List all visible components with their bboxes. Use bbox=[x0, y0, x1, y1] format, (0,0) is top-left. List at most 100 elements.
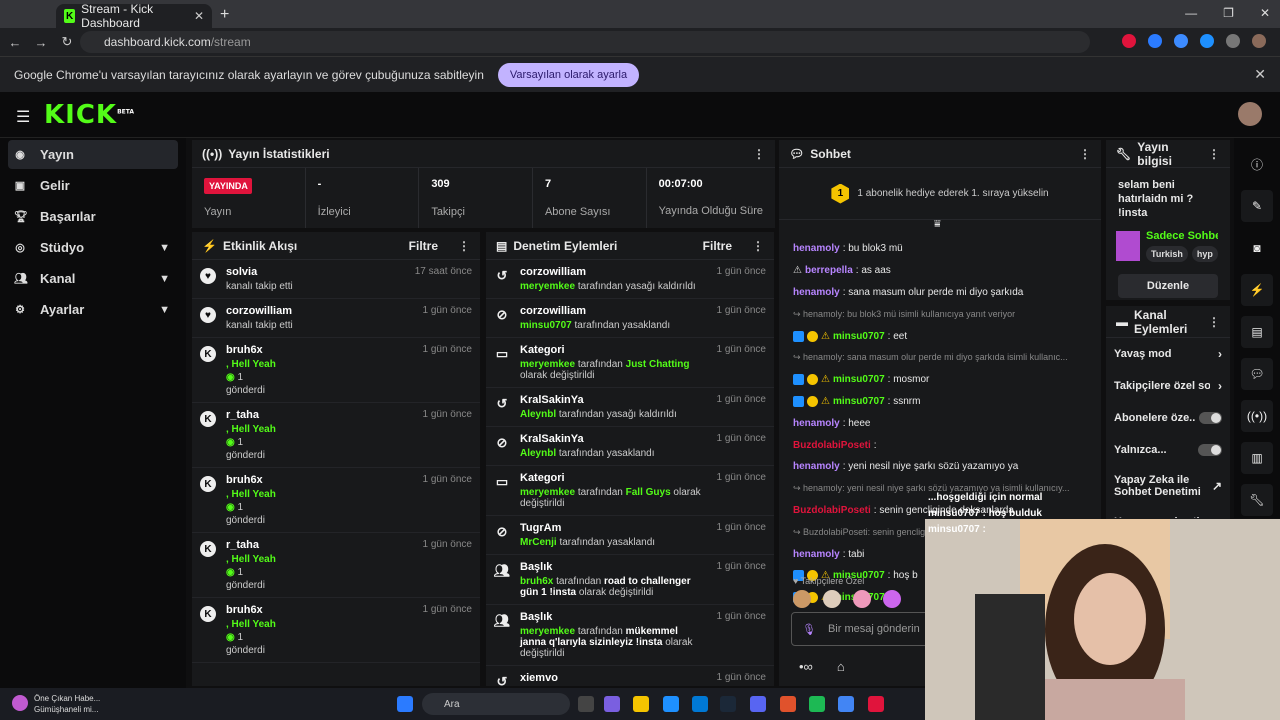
steam-icon[interactable] bbox=[720, 696, 736, 712]
edge-icon[interactable] bbox=[663, 696, 679, 712]
moderation-item[interactable]: ↺xiemvoAleynbl tarafından yasağı kaldırı… bbox=[486, 666, 774, 686]
activity-item[interactable]: Kbruh6x , Hell Yeah ◉ 1 gönderdi 1 gün önce bbox=[192, 468, 480, 533]
moderation-item[interactable]: ▭ Kategori meryemkee tarafından Fall Guys … bbox=[486, 466, 774, 516]
camera-icon[interactable]: ◙ bbox=[1241, 232, 1273, 264]
moderation-item[interactable]: ⊘ KralSakinYa Aleynbl tarafından yasakland… bbox=[486, 427, 774, 466]
activity-item[interactable]: Kbruh6x , Hell Yeah ◉ 1 gönderdi 1 gün önce bbox=[192, 598, 480, 663]
chat-message[interactable]: ↪ henamoly: bu blok3 mü isimli kullanıcı… bbox=[793, 303, 1087, 325]
more-icon[interactable]: ⋮ bbox=[458, 239, 470, 253]
moderation-item[interactable]: ↺ KralSakinYa Aleynbl tarafından yasağı ka… bbox=[486, 388, 774, 427]
edit-button[interactable]: Düzenle bbox=[1118, 274, 1218, 298]
close-window-icon[interactable]: ✕ bbox=[1260, 6, 1270, 20]
broadcast-icon[interactable]: ((•)) bbox=[1241, 400, 1273, 432]
chrome-icon[interactable] bbox=[838, 696, 854, 712]
channel-action-row[interactable]: Hesap yaşı kısıtlam › bbox=[1106, 506, 1230, 518]
profile-avatar-icon[interactable] bbox=[1252, 34, 1266, 48]
news-widget-icon[interactable] bbox=[12, 695, 28, 711]
user-avatar[interactable] bbox=[1238, 102, 1262, 126]
spotify-icon[interactable] bbox=[809, 696, 825, 712]
document-icon[interactable]: ▤ bbox=[1241, 316, 1273, 348]
extension-sound-icon[interactable] bbox=[1174, 34, 1188, 48]
menu-icon[interactable]: ☰ bbox=[16, 107, 30, 127]
moderation-item[interactable]: 👥︎ Başlık bruh6x tarafından road to challe… bbox=[486, 555, 774, 605]
taskbar-search[interactable]: Ara bbox=[422, 693, 570, 715]
back-icon[interactable]: ← bbox=[4, 35, 26, 50]
sidebar-item-basarilar[interactable]: 🏆︎ Başarılar bbox=[8, 202, 178, 231]
moderation-filter-button[interactable]: Filtre bbox=[703, 239, 732, 253]
kick-logo[interactable]: KICKBETA bbox=[44, 100, 134, 130]
chat-message[interactable]: ⚠ minsu0707: eet bbox=[793, 325, 1087, 347]
forward-icon[interactable]: → bbox=[30, 35, 52, 50]
more-icon[interactable]: ⋮ bbox=[1208, 315, 1220, 329]
moderation-item[interactable]: ▭ Kategori meryemkee tarafından Just Chatt… bbox=[486, 338, 774, 388]
channel-action-row[interactable]: Yapay Zeka ile Sohbet Denetimi ↗ bbox=[1106, 466, 1230, 506]
store-icon[interactable]: ⌂ bbox=[837, 659, 845, 674]
task-view-icon[interactable] bbox=[578, 696, 594, 712]
chat-message[interactable]: henamoly: heee bbox=[793, 412, 1087, 434]
sub-gift-banner[interactable]: 11 abonelik hediye ederek 1. sıraya yüks… bbox=[779, 168, 1101, 220]
tag-turkish[interactable]: Turkish bbox=[1146, 246, 1188, 262]
chat-message[interactable]: ⚠ berrepella: as aas bbox=[793, 260, 1087, 282]
channel-action-row[interactable]: Takipçilere özel so › bbox=[1106, 370, 1230, 402]
address-bar[interactable]: dashboard.kick.com/stream bbox=[80, 31, 1090, 53]
emote-icon[interactable] bbox=[853, 590, 871, 608]
more-icon[interactable]: ⋮ bbox=[753, 147, 765, 161]
channel-action-row[interactable]: Yalnızca... bbox=[1106, 434, 1230, 466]
lightning-icon[interactable]: ⚡ bbox=[1241, 274, 1273, 306]
store-icon[interactable] bbox=[692, 696, 708, 712]
toggle-switch[interactable] bbox=[1198, 444, 1222, 456]
extension-red-icon[interactable] bbox=[1122, 34, 1136, 48]
infobar-close-icon[interactable]: ✕ bbox=[1254, 66, 1266, 83]
activity-item[interactable]: Kbruh6x , Hell Yeah ◉ 1 gönderdi 1 gün önce bbox=[192, 338, 480, 403]
tab-kick-dashboard[interactable]: K Stream - Kick Dashboard ✕ bbox=[56, 2, 212, 30]
reload-icon[interactable]: ↻ bbox=[56, 34, 78, 50]
moderation-item[interactable]: ↺ corzowilliam meryemkee tarafından yasağı… bbox=[486, 260, 774, 299]
start-icon[interactable] bbox=[397, 696, 413, 712]
extension-blue-icon[interactable] bbox=[1148, 34, 1162, 48]
activity-item[interactable]: Kr_taha , Hell Yeah ◉ 1 gönderdi 1 gün önce bbox=[192, 533, 480, 598]
channel-action-row[interactable]: Abonelere öze... bbox=[1106, 402, 1230, 434]
extensions-puzzle-icon[interactable] bbox=[1226, 34, 1240, 48]
discord-icon[interactable] bbox=[750, 696, 766, 712]
moderation-item[interactable]: ⊘ corzowilliam minsu0707 tarafından yasakl… bbox=[486, 299, 774, 338]
sidebar-item-kanal[interactable]: 👥︎ Kanal ▼ bbox=[8, 264, 178, 293]
chat-message[interactable]: henamoly: yeni nesil niye şarkı sözü yaz… bbox=[793, 456, 1087, 478]
toggle-switch[interactable] bbox=[1198, 412, 1222, 424]
chat-message[interactable]: ⚠ minsu0707: mosmor bbox=[793, 369, 1087, 391]
wrench-icon[interactable]: 🔧︎ bbox=[1241, 484, 1273, 516]
activity-item[interactable]: Kr_taha , Hell Yeah ◉ 1 gönderdi 1 gün önce bbox=[192, 403, 480, 468]
app-red-icon[interactable] bbox=[868, 696, 884, 712]
sidebar-item-ayarlar[interactable]: ⚙ Ayarlar ▼ bbox=[8, 295, 178, 324]
more-icon[interactable]: ⋮ bbox=[752, 239, 764, 253]
copilot-icon[interactable] bbox=[604, 696, 620, 712]
chat-message[interactable]: henamoly: sana masum olur perde mi diyo … bbox=[793, 282, 1087, 304]
chat-message[interactable]: BuzdolabiPoseti: bbox=[793, 434, 1087, 456]
tag-hyp[interactable]: hyp bbox=[1191, 246, 1218, 262]
chat-message[interactable]: henamoly: bu blok3 mü bbox=[793, 238, 1087, 260]
close-tab-icon[interactable]: ✕ bbox=[194, 9, 204, 23]
set-default-button[interactable]: Varsayılan olarak ayarla bbox=[497, 62, 640, 87]
sidebar-item-studyo[interactable]: ◎ Stüdyo ▼ bbox=[8, 233, 178, 262]
emote-icon[interactable] bbox=[793, 590, 811, 608]
channel-action-row[interactable]: Yavaş mod › bbox=[1106, 338, 1230, 370]
edit-pencil-icon[interactable]: ✎ bbox=[1241, 190, 1273, 222]
mic-icon[interactable]: 🎙︎ bbox=[802, 623, 816, 636]
sidebar-item-gelir[interactable]: ▣ Gelir bbox=[8, 171, 178, 200]
more-icon[interactable]: ⋮ bbox=[1208, 147, 1220, 161]
chat-bubble-icon[interactable]: 💬︎ bbox=[1241, 358, 1273, 390]
news-widget[interactable]: Öne Çıkan Habe... Gümüşhaneli mi... bbox=[34, 693, 100, 715]
activity-item[interactable]: ♥ corzowilliam kanalı takip etti 1 gün önce bbox=[192, 299, 480, 338]
more-icon[interactable]: ⋮ bbox=[1079, 147, 1091, 161]
activity-item[interactable]: ♥ solvia kanalı takip etti 17 saat önce bbox=[192, 260, 480, 299]
moderation-item[interactable]: ⊘ TugrAm MrCenji tarafından yasaklandı 1 gü… bbox=[486, 516, 774, 555]
sidebar-item-yayin[interactable]: ◉ Yayın bbox=[8, 140, 178, 169]
emote-picker-icon[interactable]: •∞ bbox=[799, 659, 813, 674]
file-explorer-icon[interactable] bbox=[633, 696, 649, 712]
chat-message[interactable]: ⚠ minsu0707: ssnrm bbox=[793, 391, 1087, 413]
minimize-icon[interactable]: — bbox=[1185, 6, 1197, 20]
maximize-icon[interactable]: ❐ bbox=[1223, 6, 1234, 20]
chat-message[interactable]: ↪ henamoly: sana masum olur perde mi diy… bbox=[793, 347, 1087, 369]
chat-scroll-icon[interactable]: ⩸ bbox=[934, 218, 941, 231]
emote-icon[interactable] bbox=[823, 590, 841, 608]
info-icon[interactable]: ⓘ bbox=[1241, 148, 1273, 180]
